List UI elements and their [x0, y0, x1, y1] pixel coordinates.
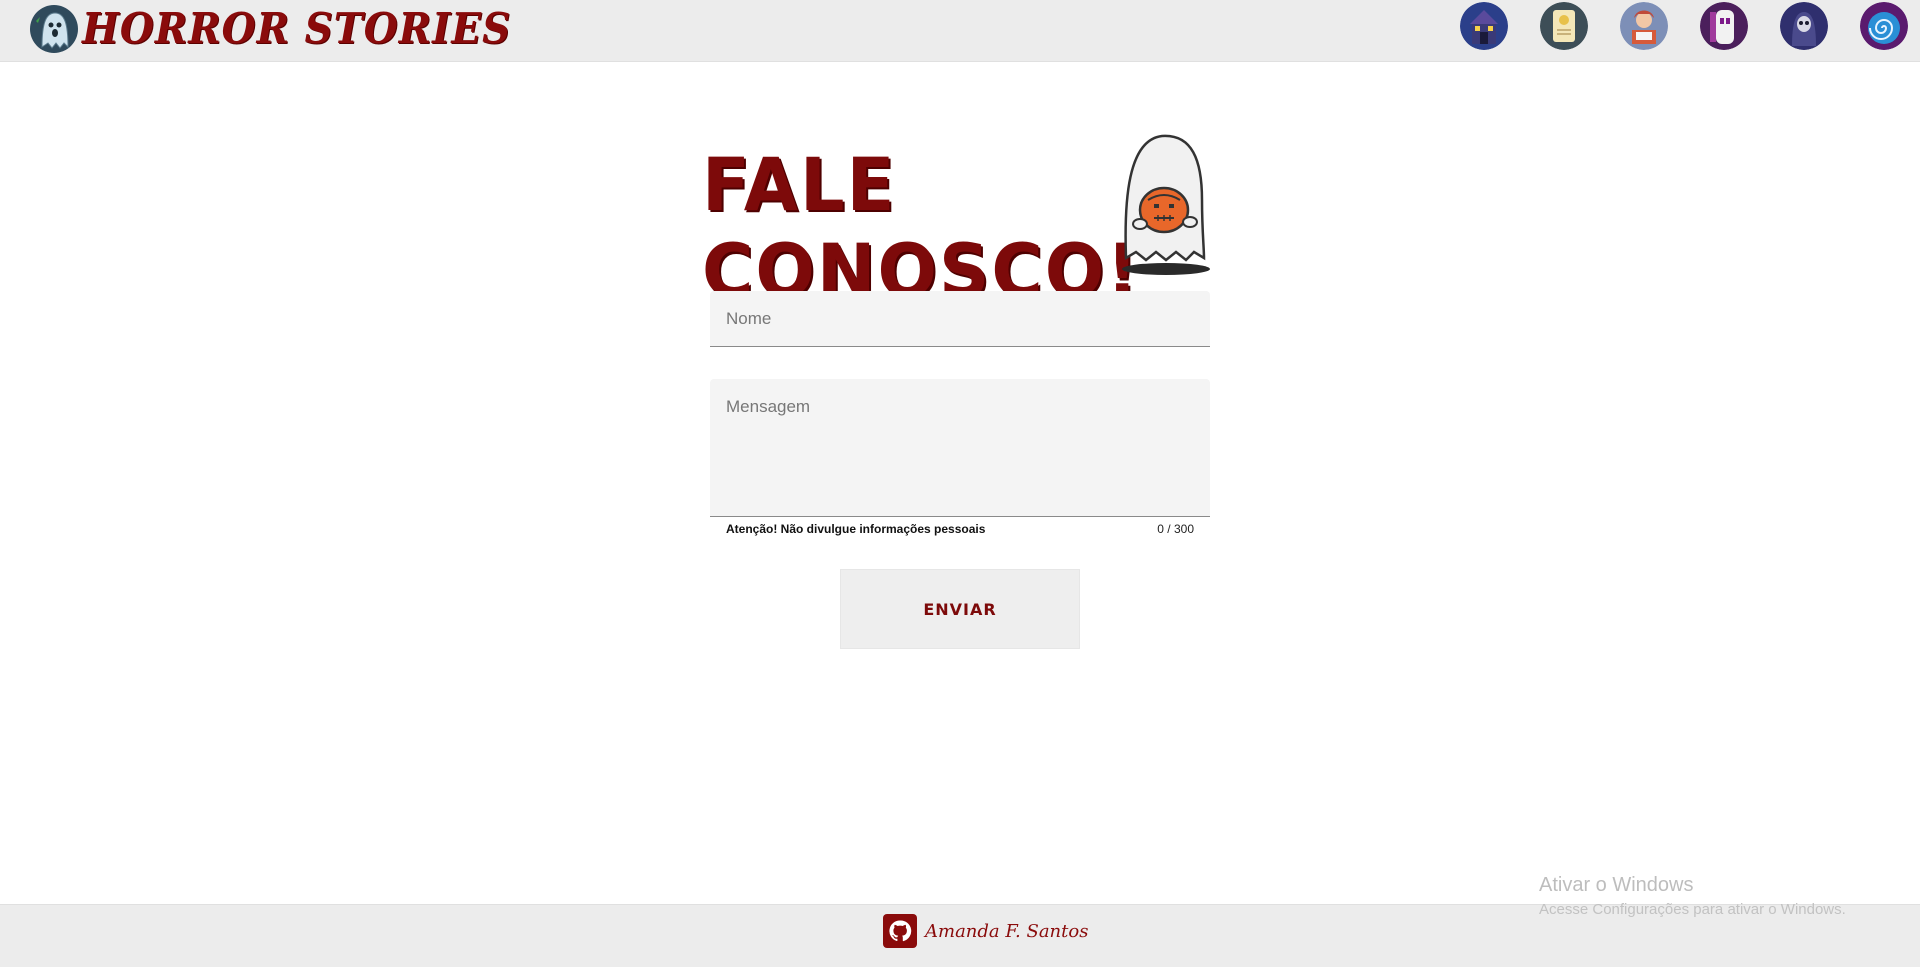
haunted-house-icon[interactable] [1460, 2, 1508, 50]
logo[interactable]: HORROR STORIES [28, 2, 511, 56]
author-name[interactable]: Amanda F. Santos [925, 921, 1088, 942]
masked-figure-icon[interactable] [1700, 2, 1748, 50]
footer-credit[interactable]: Amanda F. Santos [883, 914, 1088, 948]
watermark-subtitle: Acesse Configurações para ativar o Windo… [1539, 901, 1846, 918]
contact-title-block: FALE CONOSCO! [702, 130, 1222, 314]
send-button[interactable]: ENVIAR [840, 569, 1080, 649]
github-icon[interactable] [883, 914, 917, 948]
header: HORROR STORIES [0, 0, 1920, 62]
message-textarea[interactable] [710, 379, 1210, 516]
privacy-hint: Atenção! Não divulgue informações pessoa… [726, 522, 986, 536]
ghost-logo-icon [30, 5, 78, 53]
brand-title: HORROR STORIES [82, 4, 512, 54]
watermark-title: Ativar o Windows [1539, 874, 1694, 896]
character-counter: 0 / 300 [1157, 522, 1194, 536]
reader-icon[interactable] [1620, 2, 1668, 50]
name-input[interactable] [710, 291, 1210, 346]
ghost-pumpkin-icon [1122, 134, 1210, 275]
windows-activation-watermark: Ativar o Windows Acesse Configurações pa… [1539, 874, 1846, 918]
nav-icon-bar [1460, 2, 1920, 54]
spiral-icon[interactable] [1860, 2, 1908, 50]
grim-reaper-icon[interactable] [1780, 2, 1828, 50]
name-field[interactable] [710, 291, 1210, 347]
message-field[interactable] [710, 379, 1210, 517]
scroll-icon[interactable] [1540, 2, 1588, 50]
